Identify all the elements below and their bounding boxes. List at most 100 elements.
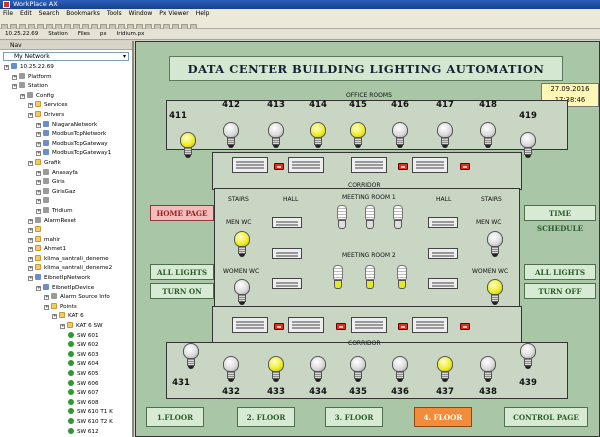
address-segment[interactable]: Files bbox=[78, 31, 90, 37]
tree-node[interactable]: + Platform bbox=[0, 72, 132, 83]
menu-item[interactable]: Bookmarks bbox=[66, 10, 100, 17]
expand-toggle-icon[interactable]: + bbox=[44, 295, 49, 301]
time-schedule-button[interactable]: TIME SCHEDULE bbox=[524, 205, 596, 233]
tree-node[interactable]: + ModbusTcpNetwork bbox=[0, 130, 132, 140]
corridor-top-lamp-2-icon[interactable] bbox=[288, 157, 324, 173]
tree-node[interactable]: + Anasayfa bbox=[0, 168, 132, 179]
tree-node[interactable]: + Giris bbox=[0, 178, 132, 188]
room-418-bulb-icon[interactable] bbox=[479, 122, 497, 150]
tree-node[interactable]: SW 602 bbox=[0, 341, 132, 351]
tree-node[interactable]: SW 610 T2 K bbox=[0, 417, 132, 428]
room-432-bulb-icon[interactable] bbox=[222, 356, 240, 384]
corridor-bottom-lamp-4-icon[interactable] bbox=[412, 317, 448, 333]
tree-node[interactable]: + Config bbox=[0, 91, 132, 102]
tree-node[interactable]: + bbox=[0, 197, 132, 207]
meeting-room-1-light-1-icon[interactable] bbox=[336, 205, 348, 231]
tree-node[interactable]: + Alarm Source Info bbox=[0, 293, 132, 303]
menu-item[interactable]: Search bbox=[39, 10, 60, 17]
floor-2-button[interactable]: 2. FLOOR bbox=[237, 407, 295, 427]
address-segment[interactable]: 10.25.22.69 bbox=[5, 31, 38, 37]
tree-node[interactable]: SW 605 bbox=[0, 370, 132, 380]
tree-node[interactable]: SW 607 bbox=[0, 389, 132, 399]
expand-toggle-icon[interactable]: + bbox=[4, 65, 9, 70]
tree-node[interactable]: + EibnetIpNetwork bbox=[0, 274, 132, 284]
turn-on-button[interactable]: TURN ON bbox=[150, 283, 214, 299]
tree-node[interactable]: +10.25.22.69 bbox=[0, 63, 132, 73]
corridor-bottom-lamp-1-icon[interactable] bbox=[232, 317, 268, 333]
expand-toggle-icon[interactable]: + bbox=[36, 170, 41, 176]
expand-toggle-icon[interactable]: + bbox=[36, 285, 41, 291]
hall-left-lamp-2-icon[interactable] bbox=[272, 248, 302, 259]
tree-node[interactable]: + bbox=[0, 226, 132, 236]
room-433-bulb-icon[interactable] bbox=[267, 356, 285, 384]
expand-toggle-icon[interactable]: + bbox=[36, 122, 41, 128]
room-416-bulb-icon[interactable] bbox=[391, 122, 409, 150]
tree-node[interactable]: + Grafik bbox=[0, 158, 132, 169]
expand-toggle-icon[interactable]: + bbox=[36, 141, 41, 147]
expand-toggle-icon[interactable]: + bbox=[28, 237, 33, 243]
room-435-bulb-icon[interactable] bbox=[349, 356, 367, 384]
women-wc-right-bulb-icon[interactable] bbox=[486, 279, 504, 307]
expand-toggle-icon[interactable]: + bbox=[36, 189, 41, 195]
expand-toggle-icon[interactable]: + bbox=[20, 93, 25, 99]
men-wc-left-bulb-icon[interactable] bbox=[233, 231, 251, 259]
room-419-bulb-icon[interactable] bbox=[519, 132, 537, 160]
tree-node[interactable]: + KAT 6 SW bbox=[0, 322, 132, 332]
women-wc-left-bulb-icon[interactable] bbox=[233, 279, 251, 307]
tree-node[interactable]: + ModbusTcpGateway bbox=[0, 139, 132, 150]
meeting-room-1-light-2-icon[interactable] bbox=[364, 205, 376, 231]
hall-right-lamp-3-icon[interactable] bbox=[428, 278, 458, 289]
menu-item[interactable]: Help bbox=[196, 10, 210, 17]
meeting-room-2-light-3-icon[interactable] bbox=[396, 265, 408, 291]
corridor-top-lamp-1-icon[interactable] bbox=[232, 157, 268, 173]
tree-node[interactable]: + Station bbox=[0, 82, 132, 92]
corridor-top-lamp-3-icon[interactable] bbox=[351, 157, 387, 173]
room-413-bulb-icon[interactable] bbox=[267, 122, 285, 150]
tree-node[interactable]: + KAT 6 bbox=[0, 312, 132, 322]
home-page-button[interactable]: HOME PAGE bbox=[150, 205, 214, 221]
expand-toggle-icon[interactable]: + bbox=[28, 160, 33, 166]
address-segment[interactable]: Iridium.px bbox=[117, 31, 145, 37]
tree-node[interactable]: + Tridium bbox=[0, 206, 132, 217]
room-439-bulb-icon[interactable] bbox=[519, 343, 537, 371]
expand-toggle-icon[interactable]: + bbox=[36, 199, 41, 205]
tree-node[interactable]: + NiagaraNetwork bbox=[0, 120, 132, 131]
men-wc-right-bulb-icon[interactable] bbox=[486, 231, 504, 259]
room-437-bulb-icon[interactable] bbox=[436, 356, 454, 384]
tree-node[interactable]: + AlarmReset bbox=[0, 216, 132, 227]
expand-toggle-icon[interactable]: + bbox=[28, 247, 33, 253]
menu-item[interactable]: File bbox=[3, 10, 13, 17]
expand-toggle-icon[interactable]: + bbox=[28, 218, 33, 224]
tree-node[interactable]: SW 601 bbox=[0, 331, 132, 342]
tree-node[interactable]: + Services bbox=[0, 101, 132, 111]
address-bar[interactable]: 10.25.22.69 Station Files px Iridium.px bbox=[0, 29, 600, 40]
corridor-bottom-lamp-2-icon[interactable] bbox=[288, 317, 324, 333]
tree-node[interactable]: SW 608 bbox=[0, 398, 132, 409]
meeting-room-2-light-2-icon[interactable] bbox=[364, 265, 376, 291]
tree-node[interactable]: + klima_santrali_deneme bbox=[0, 254, 132, 265]
address-segment[interactable]: px bbox=[100, 31, 107, 37]
corridor-bottom-lamp-3-icon[interactable] bbox=[351, 317, 387, 333]
expand-toggle-icon[interactable]: + bbox=[28, 112, 33, 118]
expand-toggle-icon[interactable]: + bbox=[52, 314, 57, 320]
room-431-bulb-icon[interactable] bbox=[182, 343, 200, 371]
tree-node[interactable]: + Ahmet1 bbox=[0, 245, 132, 255]
tree-node[interactable]: + Drivers bbox=[0, 110, 132, 121]
address-segment[interactable]: Station bbox=[48, 31, 68, 37]
turn-off-button[interactable]: TURN OFF bbox=[524, 283, 596, 299]
expand-toggle-icon[interactable]: + bbox=[28, 256, 33, 262]
control-page-button[interactable]: CONTROL PAGE bbox=[504, 407, 588, 427]
expand-toggle-icon[interactable]: + bbox=[28, 228, 33, 234]
menu-item[interactable]: Px Viewer bbox=[159, 10, 188, 17]
tree-node[interactable]: SW 603 bbox=[0, 350, 132, 361]
floor-4-button[interactable]: 4. FLOOR bbox=[414, 407, 472, 427]
nav-network-selector[interactable]: My Network bbox=[3, 52, 129, 61]
expand-toggle-icon[interactable]: + bbox=[44, 304, 49, 310]
tree-node[interactable]: + ModbusTcpGateway1 bbox=[0, 149, 132, 159]
room-411-bulb-icon[interactable] bbox=[179, 132, 197, 160]
expand-toggle-icon[interactable]: + bbox=[28, 103, 33, 109]
room-438-bulb-icon[interactable] bbox=[479, 356, 497, 384]
meeting-room-1-light-3-icon[interactable] bbox=[392, 205, 404, 231]
floor-1-button[interactable]: 1.FLOOR bbox=[146, 407, 204, 427]
tree-node[interactable]: SW 610 T1 K bbox=[0, 408, 132, 418]
